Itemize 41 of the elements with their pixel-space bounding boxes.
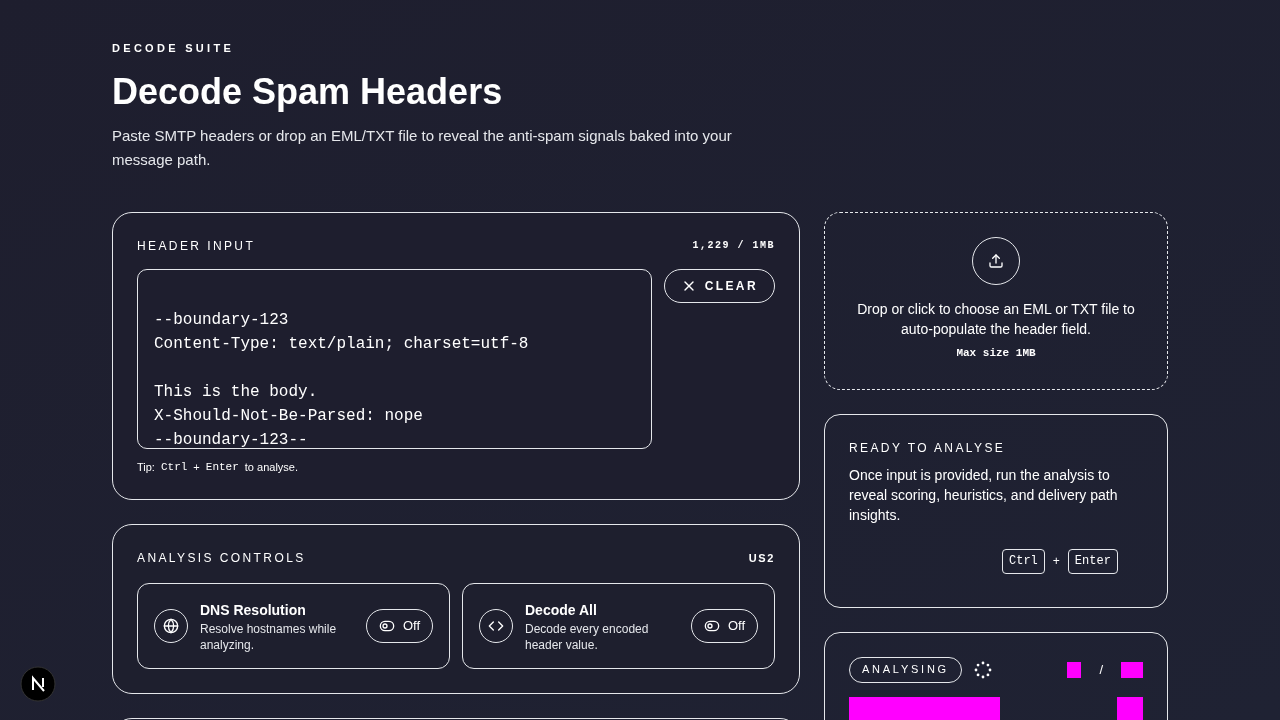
eyebrow: DECODE SUITE [112, 41, 236, 56]
header-text-area[interactable]: --boundary-123 Content-Type: text/plain; charset=utf-8 This is the body. X-Should-Not-Be-Parsed: nope --boundary-123-- [137, 268, 652, 449]
card-title: HEADER INPUT [137, 237, 256, 255]
plus-sign: + [1052, 553, 1060, 570]
header-line: This is the body. [154, 381, 319, 403]
character-count: 1,229 / 1MB [692, 239, 775, 253]
card-title: ANALYSIS CONTROLS [137, 550, 306, 567]
header-line: --boundary-123 [154, 309, 290, 331]
code-icon [488, 618, 504, 634]
page-title: Decode Spam Headers [112, 69, 504, 114]
toggle-icon [703, 618, 720, 634]
region-label: US2 [748, 550, 775, 566]
key-label: Enter [205, 459, 239, 475]
ready-text: Once input is provided, run the analysis to reveal scoring, heuristics, and delivery path insights. [849, 465, 1119, 525]
key-label: Enter [1067, 548, 1118, 574]
skeleton-block [1117, 696, 1143, 720]
header-line: X-Should-Not-Be-Parsed: nope [154, 405, 424, 427]
card-title: READY TO ANALYSE [849, 439, 1007, 457]
file-drop-zone[interactable]: Drop or click to choose an EML or TXT file to auto-populate the header field. Max size 1MB [824, 211, 1168, 390]
skeleton-block [1121, 661, 1143, 678]
drop-zone-text: Drop or click to choose an EML or TXT file to auto-populate the header field. [856, 299, 1136, 339]
size-limit: Max size 1MB [956, 345, 1036, 361]
globe-icon [163, 618, 179, 634]
key-label: Ctrl [1002, 548, 1045, 574]
separator: / [1099, 660, 1103, 679]
plus-sign: + [193, 459, 200, 475]
spinner-icon [973, 660, 992, 679]
tip-label: Tip: [137, 459, 155, 475]
tip-text: to analyse. [244, 459, 298, 475]
page-subtitle: Paste SMTP headers or drop an EML/TXT file to reveal the anti-spam signals baked into your message path. [112, 125, 733, 170]
option-description: Resolve hostnames while analyzing. [200, 620, 338, 653]
option-title: DNS Resolution [200, 600, 307, 620]
option-description: Decode every encoded header value. [525, 620, 650, 653]
header-line: Content-Type: text/plain; charset=utf-8 [154, 333, 530, 355]
header-line: --boundary-123-- [154, 429, 309, 448]
upload-icon [988, 252, 1004, 269]
key-label: Ctrl [160, 459, 188, 475]
toggle-icon [378, 618, 395, 634]
logo-icon [20, 666, 56, 702]
skeleton-block [1067, 661, 1082, 678]
option-title: Decode All [525, 600, 598, 620]
